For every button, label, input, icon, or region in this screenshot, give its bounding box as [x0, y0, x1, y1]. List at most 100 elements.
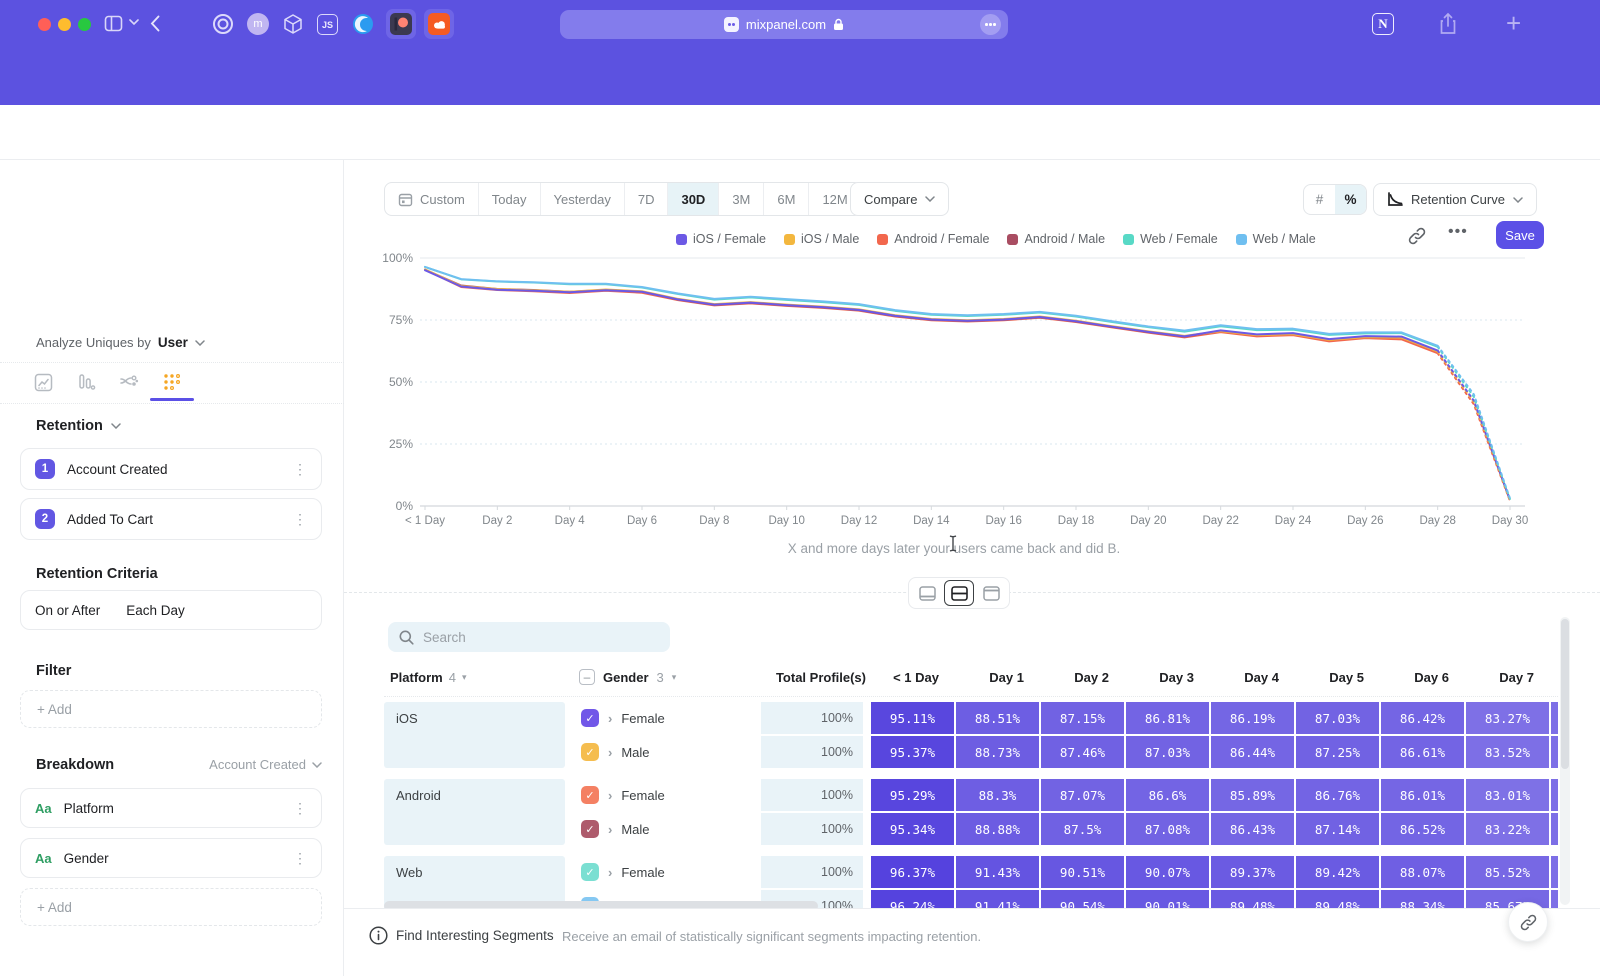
view-table-only-button[interactable]	[976, 580, 1006, 606]
retention-step-2[interactable]: 2Added To Cart⋮	[20, 498, 322, 540]
step-event-label[interactable]: Account Created	[67, 462, 168, 477]
range-7d[interactable]: 7D	[625, 183, 669, 215]
day-column-header[interactable]: Day 5	[1291, 670, 1376, 685]
breakdown-event-dropdown[interactable]: Account Created	[170, 757, 322, 772]
view-chart-only-button[interactable]	[912, 580, 942, 606]
retention-value-cell[interactable]: 83.27%	[1466, 702, 1549, 734]
row-checkbox[interactable]: ✓	[581, 820, 599, 838]
extension-js-icon[interactable]: JS	[317, 14, 338, 35]
retention-value-cell[interactable]: 88.51%	[956, 702, 1039, 734]
criteria-on-or-after[interactable]: On or After	[35, 603, 100, 618]
retention-value-cell[interactable]: 88.34%	[1381, 890, 1464, 908]
extension-1password-icon[interactable]	[212, 13, 234, 35]
vertical-scrollbar[interactable]	[1560, 617, 1570, 905]
retention-value-cell[interactable]: 83.52%	[1466, 736, 1549, 768]
criteria-each-day[interactable]: Each Day	[126, 603, 185, 618]
breakdown-property-label[interactable]: Gender	[64, 851, 109, 866]
day-column-header[interactable]: Day 3	[1121, 670, 1206, 685]
expand-row-icon[interactable]: ›	[608, 865, 612, 880]
retention-value-cell[interactable]: 89.48%	[1211, 890, 1294, 908]
expand-row-icon[interactable]: ›	[608, 711, 612, 726]
url-bar[interactable]: mixpanel.com	[560, 10, 1008, 39]
gender-column-header[interactable]: –Gender3▾	[579, 669, 775, 685]
retention-value-cell[interactable]: 95.37%	[871, 736, 954, 768]
row-checkbox[interactable]: ✓	[581, 743, 599, 761]
retention-value-cell[interactable]: 96.37%	[871, 856, 954, 888]
retention-value-cell[interactable]: 87.15%	[1041, 702, 1124, 734]
retention-value-cell[interactable]: 90.01%	[1126, 890, 1209, 908]
select-all-checkbox[interactable]: –	[579, 669, 595, 685]
retention-value-cell[interactable]: 87.25%	[1296, 736, 1379, 768]
retention-value-cell[interactable]: 86.61%	[1381, 736, 1464, 768]
day-column-header[interactable]: Day 7	[1461, 670, 1546, 685]
retention-value-cell[interactable]: 86.43%	[1211, 813, 1294, 845]
table-search-input[interactable]: Search	[388, 622, 670, 652]
retention-section-title[interactable]: Retention	[36, 418, 103, 434]
extension-avatar-icon[interactable]: m	[247, 13, 269, 35]
analyze-entity-dropdown[interactable]: User	[158, 335, 188, 350]
platform-cell[interactable]: Android	[384, 779, 565, 845]
retention-value-cell[interactable]: 88.88%	[956, 813, 1039, 845]
breakdown-options-icon[interactable]: ⋮	[293, 851, 307, 865]
range-6m[interactable]: 6M	[764, 183, 809, 215]
retention-value-cell[interactable]: 88.3%	[956, 779, 1039, 811]
expand-row-icon[interactable]: ›	[608, 745, 612, 760]
breakdown-add-button[interactable]: + Add	[20, 888, 322, 926]
share-link-fab[interactable]	[1508, 902, 1548, 942]
chart-type-dropdown[interactable]: Retention Curve	[1373, 183, 1537, 216]
range-30d[interactable]: 30D	[668, 183, 719, 215]
day-column-header[interactable]: Day 1	[951, 670, 1036, 685]
total-profiles-header[interactable]: Total Profile(s)	[775, 670, 866, 685]
retention-value-cell[interactable]: 95.11%	[871, 702, 954, 734]
breakdown-item-gender[interactable]: AaGender⋮	[20, 838, 322, 878]
extension-patreon-pill[interactable]	[386, 9, 416, 39]
find-segments-link[interactable]: Find Interesting Segments	[396, 928, 554, 943]
day-column-header[interactable]: Day 6	[1376, 670, 1461, 685]
breakdown-options-icon[interactable]: ⋮	[293, 801, 307, 815]
url-more-button[interactable]	[980, 14, 1001, 35]
expand-row-icon[interactable]: ›	[608, 822, 612, 837]
extension-cube-icon[interactable]	[282, 13, 304, 35]
retention-value-cell[interactable]: 87.14%	[1296, 813, 1379, 845]
absolute-numbers-toggle[interactable]: #	[1304, 185, 1335, 214]
retention-value-cell[interactable]: 86.42%	[1381, 702, 1464, 734]
range-today[interactable]: Today	[479, 183, 541, 215]
range-yesterday[interactable]: Yesterday	[541, 183, 625, 215]
retention-value-cell[interactable]: 86.6%	[1126, 779, 1209, 811]
breakdown-property-label[interactable]: Platform	[64, 801, 114, 816]
retention-value-cell[interactable]: 87.03%	[1126, 736, 1209, 768]
browser-sidebar-icon[interactable]	[104, 14, 123, 33]
scrollbar-thumb[interactable]	[1561, 619, 1569, 769]
retention-value-cell[interactable]: 91.41%	[956, 890, 1039, 908]
back-button[interactable]	[150, 15, 160, 32]
retention-value-cell[interactable]: 83.01%	[1466, 779, 1549, 811]
platform-column-header[interactable]: Platform4▾	[384, 670, 565, 685]
tab-flows[interactable]	[114, 367, 144, 397]
step-options-icon[interactable]: ⋮	[293, 512, 307, 526]
retention-value-cell[interactable]: 90.54%	[1041, 890, 1124, 908]
day-column-header[interactable]: Day 2	[1036, 670, 1121, 685]
retention-value-cell[interactable]: 87.07%	[1041, 779, 1124, 811]
extension-browser-icon[interactable]	[352, 13, 374, 35]
view-split-button[interactable]	[944, 580, 974, 606]
retention-value-cell[interactable]: 87.46%	[1041, 736, 1124, 768]
step-options-icon[interactable]: ⋮	[293, 462, 307, 476]
retention-value-cell[interactable]: 90.51%	[1041, 856, 1124, 888]
retention-value-cell[interactable]: 86.01%	[1381, 779, 1464, 811]
retention-value-cell[interactable]: 86.44%	[1211, 736, 1294, 768]
row-checkbox[interactable]: ✓	[581, 709, 599, 727]
breakdown-item-platform[interactable]: AaPlatform⋮	[20, 788, 322, 828]
compare-button[interactable]: Compare	[850, 182, 949, 216]
row-checkbox[interactable]: ✓	[581, 786, 599, 804]
retention-value-cell[interactable]: 87.08%	[1126, 813, 1209, 845]
retention-value-cell[interactable]: 95.34%	[871, 813, 954, 845]
tab-funnels[interactable]	[71, 367, 101, 397]
retention-value-cell[interactable]: 95.29%	[871, 779, 954, 811]
percent-toggle[interactable]: %	[1335, 185, 1366, 214]
retention-value-cell[interactable]: 86.52%	[1381, 813, 1464, 845]
retention-value-cell[interactable]: 86.81%	[1126, 702, 1209, 734]
retention-value-cell[interactable]: 88.07%	[1381, 856, 1464, 888]
day-column-header[interactable]: Day 4	[1206, 670, 1291, 685]
retention-value-cell[interactable]: 88.73%	[956, 736, 1039, 768]
retention-step-1[interactable]: 1Account Created⋮	[20, 448, 322, 490]
